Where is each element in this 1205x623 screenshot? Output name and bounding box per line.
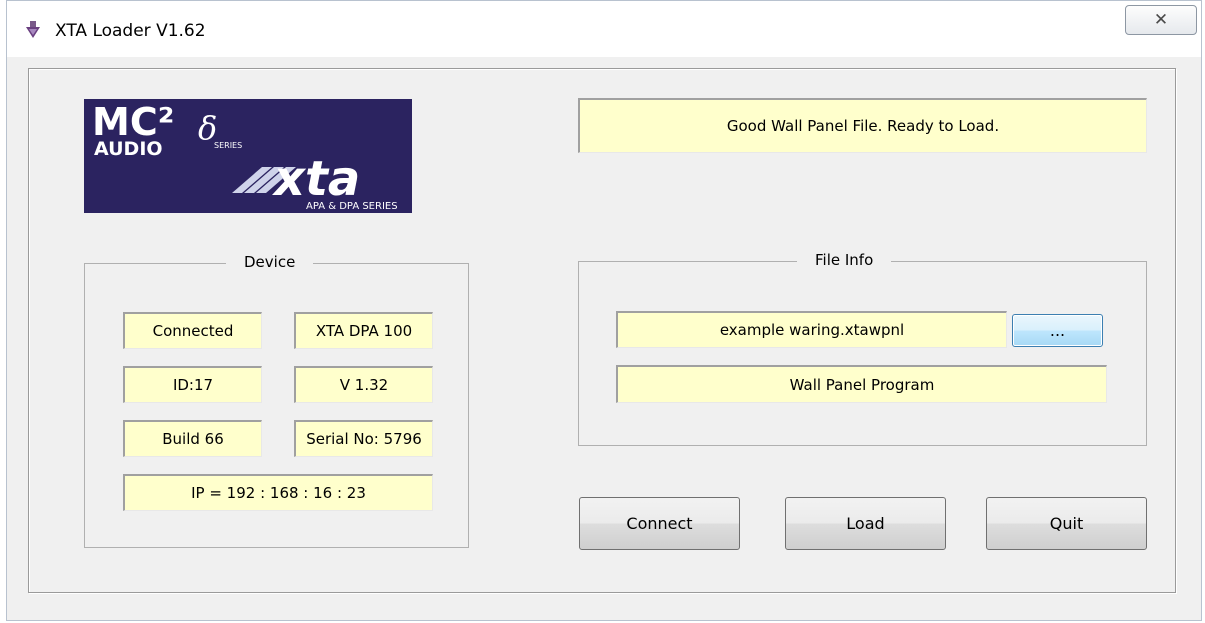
file-info-group: File Info xyxy=(578,251,1147,446)
serial-number-field: Serial No: 5796 xyxy=(294,420,433,457)
close-button[interactable]: ✕ xyxy=(1125,5,1197,35)
window-title: XTA Loader V1.62 xyxy=(55,21,206,41)
logo-series-small: SERIES xyxy=(214,141,242,150)
firmware-version-field: V 1.32 xyxy=(294,366,433,403)
logo-xta-text: xta xyxy=(272,151,360,207)
device-model-field: XTA DPA 100 xyxy=(294,312,433,349)
file-name-field: example waring.xtawpnl xyxy=(616,311,1007,348)
file-type-field: Wall Panel Program xyxy=(616,365,1107,403)
connection-status-field: Connected xyxy=(123,312,262,349)
mc2-xta-logo: MC² AUDIO δ SERIES xta APA & DPA SERIES xyxy=(84,99,412,213)
xta-app-icon xyxy=(26,21,40,38)
browse-file-button[interactable]: ... xyxy=(1012,314,1103,347)
connect-button[interactable]: Connect xyxy=(579,497,740,550)
close-icon: ✕ xyxy=(1153,10,1169,30)
device-id-field: ID:17 xyxy=(123,366,262,403)
device-group-label: Device xyxy=(226,253,314,271)
ip-address-field: IP = 192 : 168 : 16 : 23 xyxy=(123,474,433,511)
load-button[interactable]: Load xyxy=(785,497,946,550)
build-field: Build 66 xyxy=(123,420,262,457)
logo-audio-text: AUDIO xyxy=(94,138,163,160)
status-message-field: Good Wall Panel File. Ready to Load. xyxy=(578,98,1147,153)
logo-subtitle: APA & DPA SERIES xyxy=(306,201,398,212)
title-bar[interactable]: XTA Loader V1.62 ✕ xyxy=(7,1,1201,57)
quit-button[interactable]: Quit xyxy=(986,497,1147,550)
file-info-group-label: File Info xyxy=(797,251,892,269)
